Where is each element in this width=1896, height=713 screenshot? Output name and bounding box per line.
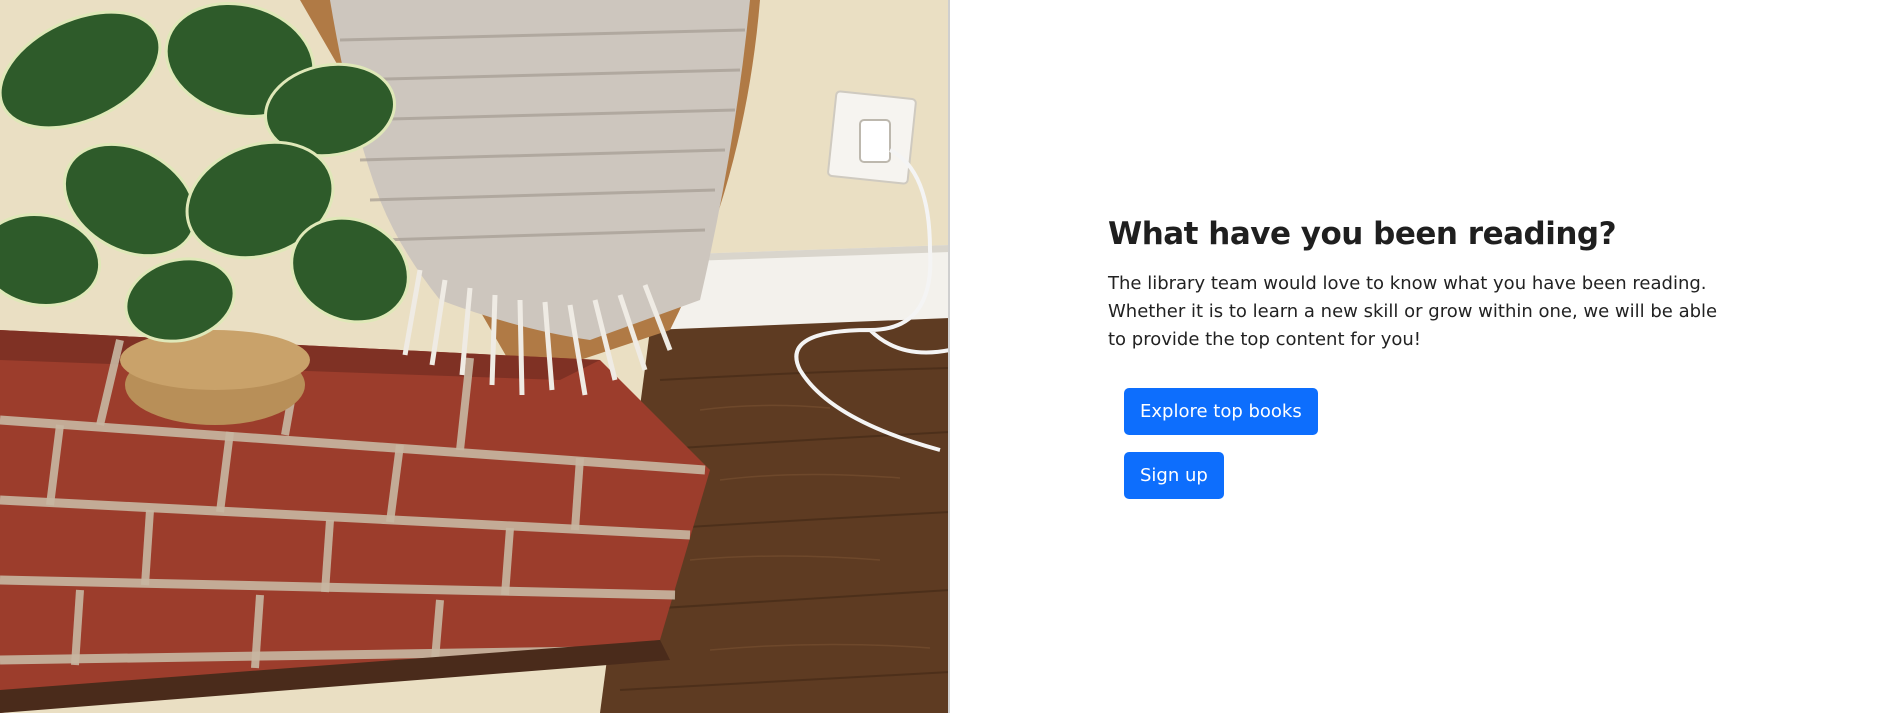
hero-image bbox=[0, 0, 950, 713]
hero-text-block: What have you been reading? The library … bbox=[1108, 214, 1728, 499]
page: What have you been reading? The library … bbox=[0, 0, 1896, 713]
explore-top-books-button[interactable]: Explore top books bbox=[1124, 388, 1318, 435]
action-buttons: Explore top books Sign up bbox=[1124, 388, 1728, 499]
lead-paragraph: The library team would love to know what… bbox=[1108, 273, 1718, 350]
hero-content: What have you been reading? The library … bbox=[950, 0, 1896, 713]
sign-up-button[interactable]: Sign up bbox=[1124, 452, 1224, 499]
page-title: What have you been reading? bbox=[1108, 216, 1617, 252]
hero-illustration bbox=[0, 0, 950, 713]
